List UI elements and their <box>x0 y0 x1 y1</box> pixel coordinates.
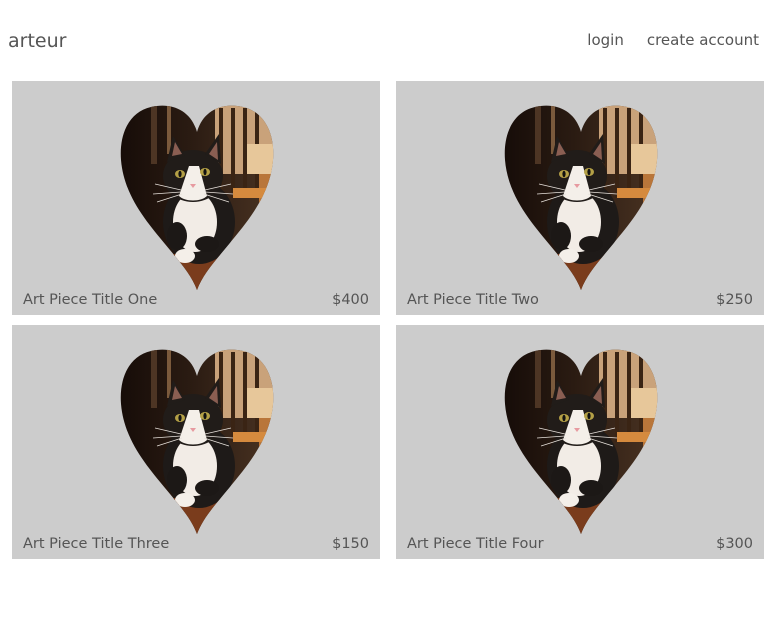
art-card-title: Art Piece Title Three <box>23 536 170 552</box>
art-card-title: Art Piece Title Four <box>407 536 544 552</box>
art-card-price: $300 <box>716 536 753 552</box>
login-link[interactable]: login <box>587 30 624 50</box>
art-card[interactable]: Art Piece Title Two $250 <box>396 81 764 315</box>
heart-cat-image-svg <box>503 104 659 290</box>
heart-cat-image-svg <box>119 104 275 290</box>
art-card[interactable]: Art Piece Title One $400 <box>12 81 380 315</box>
art-card-price: $150 <box>332 536 369 552</box>
art-card-price: $250 <box>716 292 753 308</box>
heart-cat-image[interactable] <box>119 104 275 290</box>
art-card[interactable]: Art Piece Title Three $150 <box>12 325 380 559</box>
art-card[interactable]: Art Piece Title Four $300 <box>396 325 764 559</box>
art-listing-grid: Art Piece Title One $400 Art Piece Title… <box>12 81 764 559</box>
art-card-price: $400 <box>332 292 369 308</box>
top-nav: login create account <box>587 30 759 50</box>
art-card-title: Art Piece Title One <box>23 292 158 308</box>
heart-cat-image[interactable] <box>503 104 659 290</box>
heart-cat-image-svg <box>119 348 275 534</box>
site-header: arteur login create account <box>0 0 774 80</box>
art-card-title: Art Piece Title Two <box>407 292 539 308</box>
heart-cat-image[interactable] <box>503 348 659 534</box>
create-account-link[interactable]: create account <box>647 30 759 50</box>
brand-logo[interactable]: arteur <box>8 28 66 54</box>
heart-cat-image-svg <box>503 348 659 534</box>
heart-cat-image[interactable] <box>119 348 275 534</box>
